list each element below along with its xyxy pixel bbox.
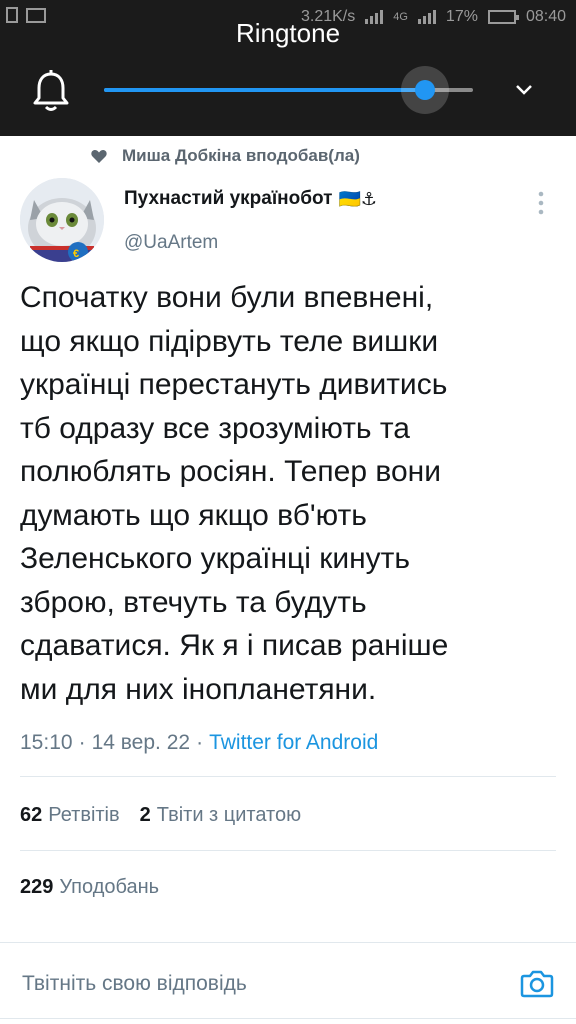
svg-text:€: € <box>73 248 79 260</box>
retweets-count: 62 <box>20 804 43 826</box>
cat-avatar-image: € <box>20 178 104 262</box>
meta-separator: · <box>78 731 86 754</box>
reply-input[interactable]: Твітніть свою відповідь <box>22 972 247 996</box>
volume-slider[interactable] <box>104 66 473 114</box>
more-options-icon[interactable] <box>536 190 546 216</box>
volume-stream-title: Ringtone <box>235 18 341 48</box>
tweet-source-link[interactable]: Twitter for Android <box>209 731 378 755</box>
avatar[interactable]: € <box>20 178 104 262</box>
likes-count: 229 <box>20 876 54 898</box>
quotes-count: 2 <box>139 804 151 826</box>
volume-overlay: 3.21K/s 4G 17% 08:40 Ringtone <box>0 0 576 136</box>
heart-icon <box>91 149 107 163</box>
author-handle[interactable]: @UaArtem <box>124 232 218 254</box>
chevron-down-icon[interactable] <box>512 80 536 100</box>
likes-stat[interactable]: 229 Уподобань <box>20 876 159 899</box>
retweets-stat[interactable]: 62 Ретвітів <box>20 804 120 827</box>
quotes-label: Твіти з цитатою <box>156 804 302 826</box>
social-context: Миша Добкіна вподобав(ла) <box>90 146 360 166</box>
quotes-stat[interactable]: 2 Твіти з цитатою <box>140 804 301 827</box>
divider <box>0 942 576 943</box>
tweet-stats-row: 62 Ретвітів 2 Твіти з цитатою <box>20 804 301 827</box>
camera-icon[interactable] <box>520 966 554 1000</box>
author-name-emoji: 🇺🇦⚓ <box>338 188 377 209</box>
volume-slider-fill <box>104 88 425 92</box>
tweet-meta: 15:10 · 14 вер. 22 · Twitter for Android <box>20 731 378 755</box>
retweets-label: Ретвітів <box>48 804 120 826</box>
author-display-name: Пухнастий українобот <box>124 188 333 209</box>
divider <box>0 1018 576 1019</box>
social-context-text: Миша Добкіна вподобав(ла) <box>122 146 360 165</box>
bell-icon[interactable] <box>28 68 74 114</box>
divider <box>20 850 556 851</box>
author-name-row[interactable]: Пухнастий українобот 🇺🇦⚓ <box>124 188 377 210</box>
meta-separator-2: · <box>196 731 204 754</box>
volume-slider-thumb[interactable] <box>415 80 435 100</box>
tweet-date: 14 вер. 22 <box>91 731 191 754</box>
likes-label: Уподобань <box>59 876 160 898</box>
divider <box>20 776 556 777</box>
tweet-text: Спочатку вони були впевнені, що якщо під… <box>20 281 449 706</box>
tweet-time: 15:10 <box>20 731 73 754</box>
